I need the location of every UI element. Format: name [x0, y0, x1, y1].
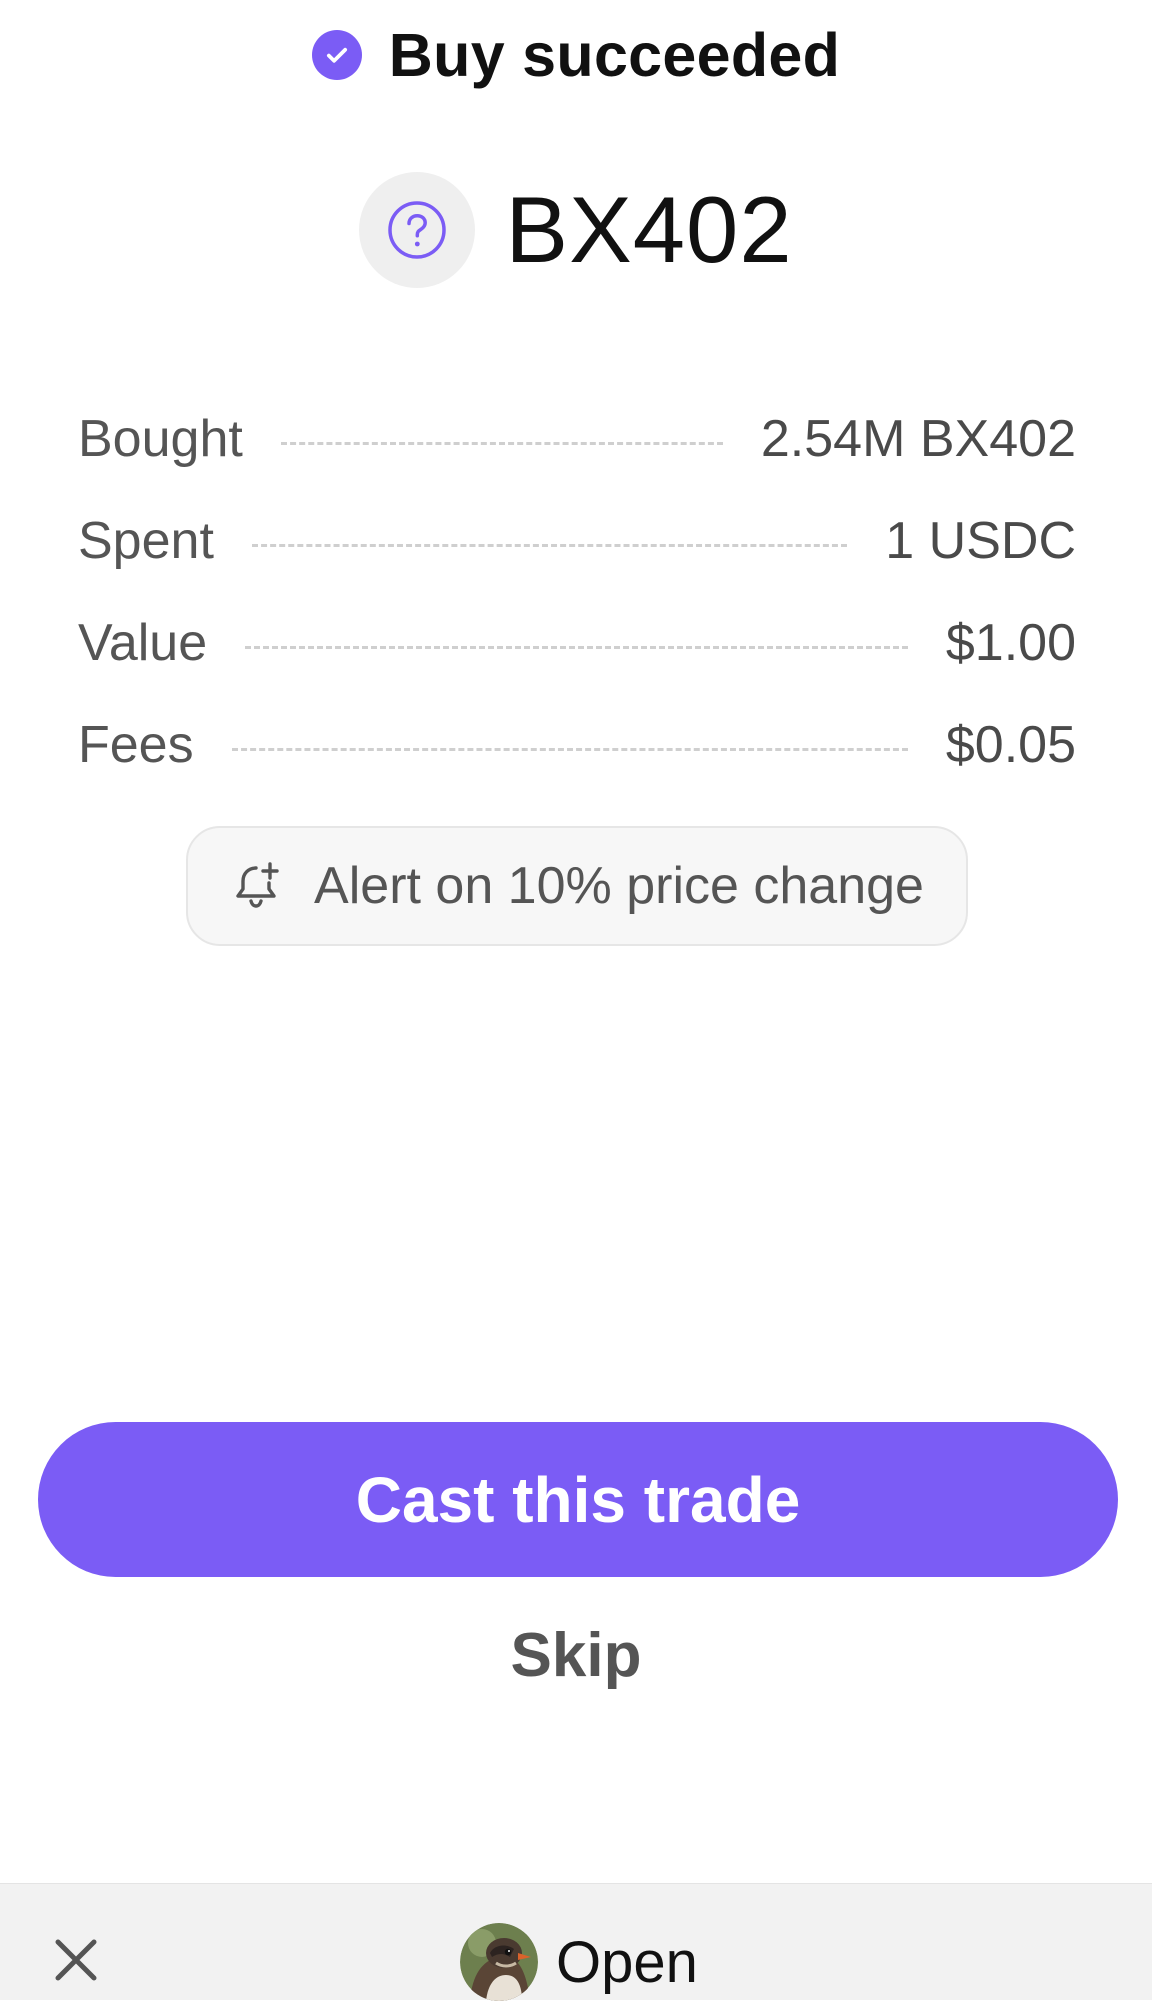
detail-value: $0.05 — [945, 716, 1076, 774]
detail-label: Spent — [78, 512, 214, 570]
cast-trade-button[interactable]: Cast this trade — [38, 1422, 1118, 1577]
close-icon[interactable] — [50, 1934, 102, 1986]
detail-value: 2.54M BX402 — [760, 410, 1076, 468]
detail-value: 1 USDC — [885, 512, 1076, 570]
dotted-leader — [280, 441, 723, 445]
detail-row-spent: Spent 1 USDC — [78, 490, 1076, 592]
detail-label: Value — [78, 614, 208, 672]
open-label: Open — [556, 1929, 698, 1995]
price-alert-label: Alert on 10% price change — [314, 857, 924, 915]
trade-details: Bought 2.54M BX402 Spent 1 USDC Value $1… — [78, 388, 1076, 796]
dotted-leader — [245, 645, 908, 649]
price-alert-button[interactable]: Alert on 10% price change — [186, 826, 968, 946]
bird-avatar — [460, 1923, 538, 2001]
bottom-bar: Open — [0, 1883, 1152, 2002]
check-circle-icon — [311, 30, 362, 80]
detail-row-bought: Bought 2.54M BX402 — [78, 388, 1076, 490]
detail-value: $1.00 — [945, 614, 1076, 672]
question-circle-icon — [388, 201, 447, 259]
token-header: BX402 — [0, 172, 1152, 288]
detail-row-value: Value $1.00 — [78, 592, 1076, 694]
detail-label: Fees — [78, 716, 194, 774]
token-avatar — [359, 172, 476, 288]
bell-plus-icon — [230, 858, 286, 914]
detail-label: Bought — [78, 410, 243, 468]
detail-row-fees: Fees $0.05 — [78, 694, 1076, 796]
status-header: Buy succeeded — [0, 20, 1152, 90]
token-name: BX402 — [505, 177, 793, 282]
dotted-leader — [231, 747, 908, 751]
open-button[interactable]: Open — [460, 1922, 698, 2002]
status-title: Buy succeeded — [388, 21, 841, 89]
skip-button[interactable]: Skip — [376, 1610, 776, 1700]
dotted-leader — [251, 543, 848, 547]
